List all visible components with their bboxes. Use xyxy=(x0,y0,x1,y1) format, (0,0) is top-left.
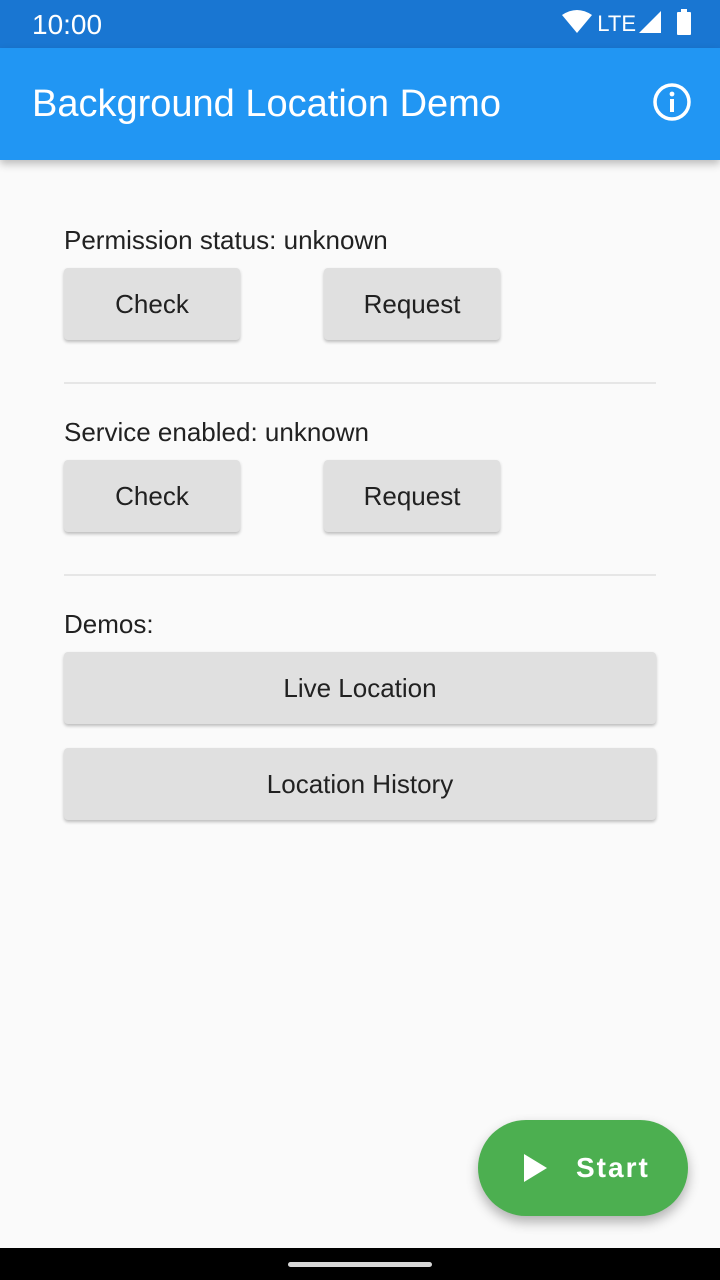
permission-status-label: Permission status: unknown xyxy=(64,225,388,255)
status-time: 10:00 xyxy=(32,9,103,40)
divider xyxy=(64,382,656,384)
network-type: LTE xyxy=(597,11,636,36)
battery-icon xyxy=(676,8,692,40)
service-enabled-label: Service enabled: unknown xyxy=(64,417,369,447)
service-check-button[interactable]: Check xyxy=(64,460,240,532)
live-location-button[interactable]: Live Location xyxy=(64,652,656,724)
app-title: Background Location Demo xyxy=(32,83,501,125)
wifi-icon xyxy=(561,9,593,40)
app-bar: Background Location Demo xyxy=(0,48,720,160)
signal-icon xyxy=(638,10,662,39)
info-button[interactable] xyxy=(648,80,696,128)
home-handle[interactable] xyxy=(288,1262,432,1267)
permission-request-button[interactable]: Request xyxy=(324,268,500,340)
start-label: Start xyxy=(576,1152,650,1183)
info-icon xyxy=(652,82,692,127)
play-icon xyxy=(522,1152,552,1184)
service-request-button[interactable]: Request xyxy=(324,460,500,532)
permission-check-button[interactable]: Check xyxy=(64,268,240,340)
status-bar: 10:00 LTE xyxy=(0,0,720,48)
navigation-bar xyxy=(0,1248,720,1280)
divider xyxy=(64,574,656,576)
status-icons: LTE xyxy=(561,8,692,40)
demos-label: Demos: xyxy=(64,609,154,639)
start-fab[interactable]: Start xyxy=(478,1120,688,1216)
location-history-button[interactable]: Location History xyxy=(64,748,656,820)
